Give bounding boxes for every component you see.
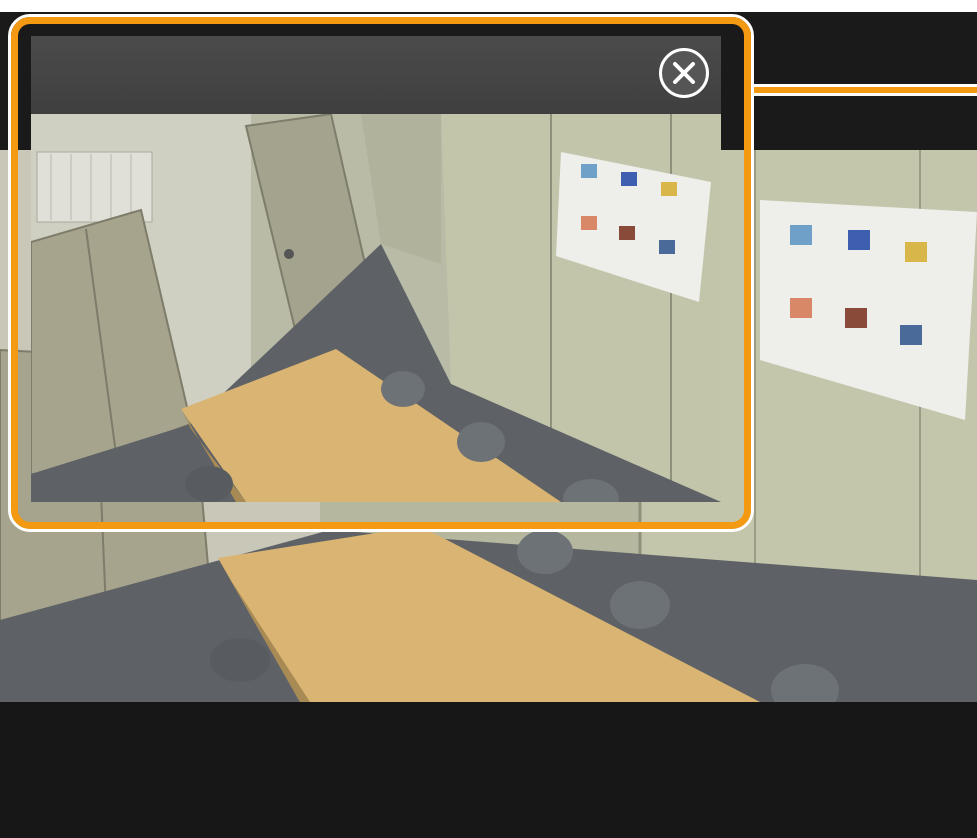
popup-camera-feed[interactable] (31, 114, 721, 502)
popup-viewer-window (31, 36, 721, 502)
close-button[interactable] (659, 48, 709, 98)
callout-connector-line (752, 84, 977, 96)
top-band (0, 0, 977, 12)
popup-header-bar (31, 36, 721, 114)
camera-viewer-app (0, 0, 977, 838)
close-icon (673, 62, 695, 84)
bottom-panel (0, 702, 977, 838)
